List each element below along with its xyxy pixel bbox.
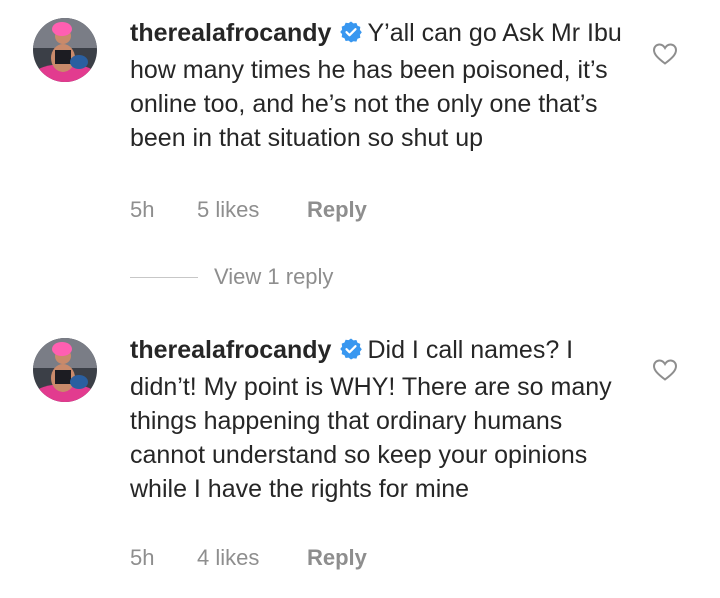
reply-button[interactable]: Reply (307, 545, 367, 571)
timestamp: 5h (130, 197, 155, 222)
comment-body: therealafrocandy Did I call names? I didn… (130, 333, 630, 506)
reply-button[interactable]: Reply (307, 197, 367, 223)
likes-count[interactable]: 5 likes (197, 197, 307, 223)
heart-outline-icon[interactable] (652, 358, 678, 387)
avatar-photo (33, 18, 97, 82)
comment-meta: 5h 4 likes Reply (130, 545, 367, 571)
view-replies-label: View 1 reply (214, 264, 334, 289)
avatar[interactable] (33, 18, 97, 82)
username[interactable]: therealafrocandy (130, 19, 331, 47)
comment-body: therealafrocandy Y’all can go Ask Mr Ibu … (130, 16, 630, 155)
view-replies-divider (130, 276, 198, 278)
comment-meta: 5h 5 likes Reply (130, 197, 367, 223)
likes-count[interactable]: 4 likes (197, 545, 307, 571)
avatar-photo (33, 338, 97, 402)
timestamp: 5h (130, 545, 155, 570)
heart-outline-icon[interactable] (652, 42, 678, 71)
verified-badge-icon (339, 19, 363, 53)
username[interactable]: therealafrocandy (130, 336, 331, 364)
avatar[interactable] (33, 338, 97, 402)
view-replies-button[interactable]: View 1 reply (130, 264, 333, 290)
verified-badge-icon (339, 336, 363, 370)
